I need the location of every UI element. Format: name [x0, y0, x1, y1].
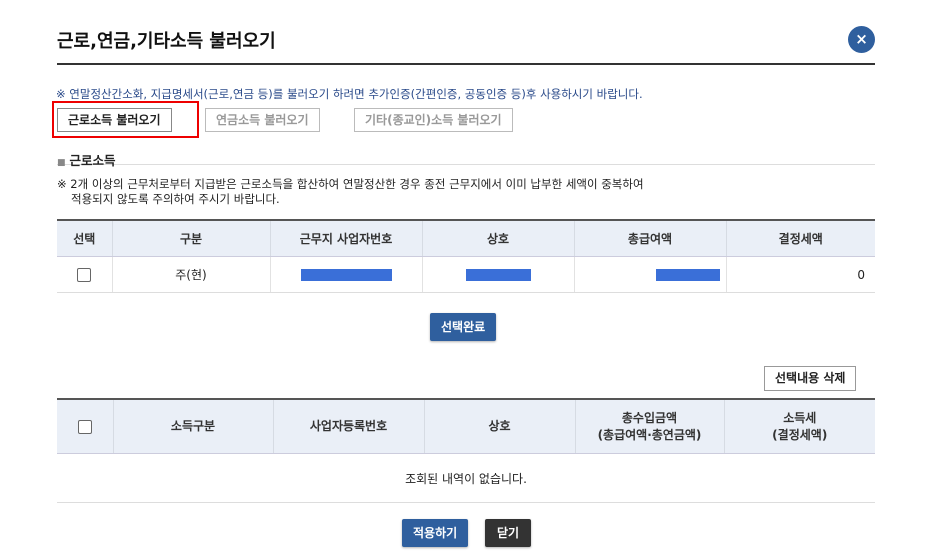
- col-income-tax-line1: 소득세: [783, 410, 817, 425]
- col-select: 선택: [57, 220, 112, 257]
- select-done-button[interactable]: 선택완료: [430, 313, 497, 341]
- col-company: 상호: [421, 220, 574, 257]
- masked-value: [465, 269, 531, 281]
- section-title: ■ 근로소득: [57, 150, 116, 169]
- income-table-header: 선택 구분 근무지 사업자번호 상호 총급여액 결정세액: [57, 220, 875, 257]
- other-income-load-button[interactable]: 기타(종교인)소득 불러오기: [354, 108, 513, 132]
- col-total-pay: 총급여액: [573, 220, 726, 257]
- select-all-checkbox[interactable]: [77, 419, 92, 434]
- empty-message: 조회된 내역이 없습니다.: [57, 453, 875, 503]
- result-table: 소득구분 사업자등록번호 상호 총수입금액 (총급여액·총연금액) 소득세 (결…: [57, 398, 875, 503]
- col-type: 구분: [111, 220, 270, 257]
- cell-decided-tax: 0: [725, 256, 875, 293]
- delete-selected-button[interactable]: 선택내용 삭제: [764, 366, 857, 391]
- cell-total-pay: [573, 256, 726, 293]
- row-checkbox[interactable]: [77, 267, 92, 282]
- col-total-income-line1: 총수입금액: [621, 410, 678, 425]
- col-total-income-line2: (총급여액·총연금액): [597, 427, 702, 442]
- pension-income-load-button[interactable]: 연금소득 불러오기: [205, 108, 320, 132]
- warning-line-2: 적용되지 않도록 주의하여 주시기 바랍니다.: [71, 192, 280, 206]
- auth-notice: ※ 연말정산간소화, 지급명세서(근로,연금 등)를 불러오기 하려면 추가인증…: [56, 87, 643, 101]
- cell-business-no: [269, 256, 422, 293]
- col-business-no: 근무지 사업자번호: [269, 220, 422, 257]
- income-table: 선택 구분 근무지 사업자번호 상호 총급여액 결정세액 주(현) 0: [57, 219, 875, 293]
- warning-line-1: ※ 2개 이상의 근무처로부터 지급받은 근로소득을 합산하여 연말정산한 경우…: [57, 177, 644, 191]
- dialog-title: 근로,연금,기타소득 불러오기: [57, 31, 276, 52]
- close-icon[interactable]: ×: [848, 26, 875, 53]
- bullet-icon: ■: [57, 158, 66, 168]
- col-business-reg-no: 사업자등록번호: [272, 399, 424, 454]
- empty-row: 조회된 내역이 없습니다.: [57, 453, 875, 503]
- apply-button[interactable]: 적용하기: [402, 519, 469, 547]
- highlight-outline: [52, 101, 199, 138]
- col-select-all: [57, 399, 113, 454]
- result-table-header: 소득구분 사업자등록번호 상호 총수입금액 (총급여액·총연금액) 소득세 (결…: [57, 399, 875, 454]
- col-decided-tax: 결정세액: [725, 220, 875, 257]
- table-row[interactable]: 주(현) 0: [57, 256, 875, 293]
- col-total-income: 총수입금액 (총급여액·총연금액): [574, 399, 724, 454]
- duplicate-warning: ※ 2개 이상의 근무처로부터 지급받은 근로소득을 합산하여 연말정산한 경우…: [57, 177, 644, 207]
- col-income-tax-line2: (결정세액): [772, 427, 828, 442]
- close-button[interactable]: 닫기: [485, 519, 532, 547]
- section-title-text: 근로소득: [69, 153, 116, 168]
- cell-type: 주(현): [111, 256, 270, 293]
- col-income-tax: 소득세 (결정세액): [723, 399, 875, 454]
- col-company-name: 상호: [423, 399, 575, 454]
- masked-value: [300, 269, 392, 281]
- cell-company: [421, 256, 574, 293]
- col-income-type: 소득구분: [112, 399, 273, 454]
- masked-value: [655, 269, 720, 281]
